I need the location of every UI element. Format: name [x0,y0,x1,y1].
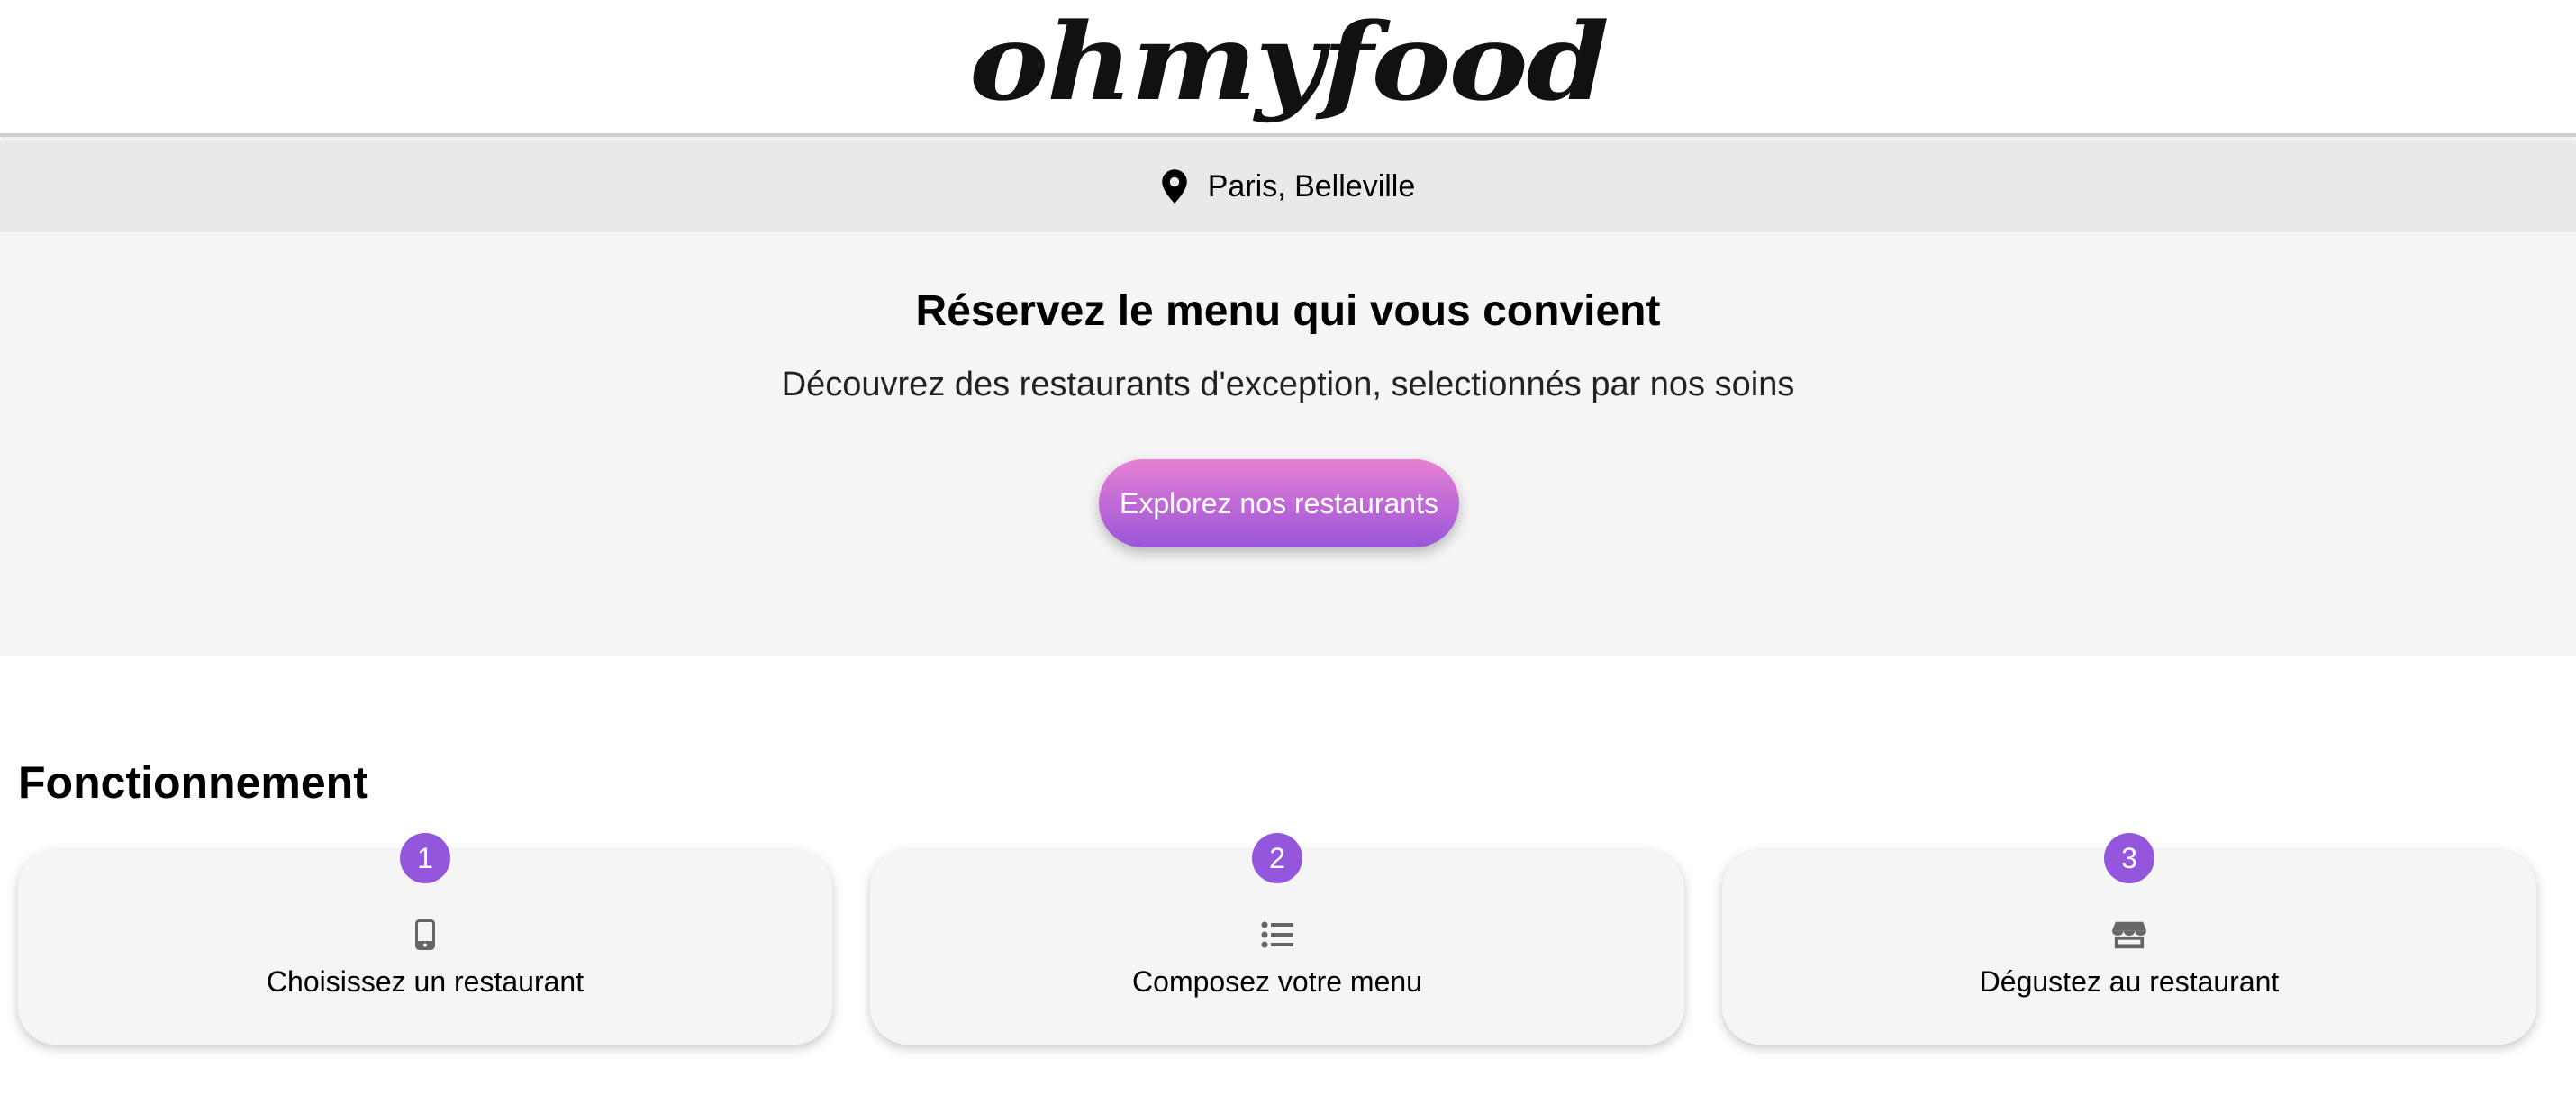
hero-section: Réservez le menu qui vous convient Décou… [0,232,2576,656]
step-number-badge: 1 [400,833,450,883]
hero-subtitle: Découvrez des restaurants d'exception, s… [781,366,1795,403]
ohmyfood-logo[interactable]: ohmyfood [969,9,1610,115]
hero-title: Réservez le menu qui vous convient [915,287,1661,335]
step-number-badge: 3 [2104,833,2154,883]
step-card-3: 3 Dégustez au restaurant [1722,833,2536,1045]
explore-restaurants-button[interactable]: Explorez nos restaurants [1099,459,1459,547]
smartphone-icon [408,918,442,951]
location-bar: Paris, Belleville [0,140,2576,232]
step-label: Choisissez un restaurant [266,965,585,998]
store-icon [2112,918,2146,951]
step-label: Composez votre menu [1132,965,1422,998]
section-title-fonctionnement: Fonctionnement [18,757,368,808]
step-label: Dégustez au restaurant [1979,965,2280,998]
site-header: ohmyfood [0,0,2576,137]
step-card-1: 1 Choisissez un restaurant [18,833,832,1045]
step-card-2: 2 Composez votre menu [870,833,1684,1045]
step-number-badge: 2 [1252,833,1302,883]
location-pin-icon [1161,169,1188,204]
list-icon [1260,918,1294,951]
location-text: Paris, Belleville [1207,168,1416,204]
